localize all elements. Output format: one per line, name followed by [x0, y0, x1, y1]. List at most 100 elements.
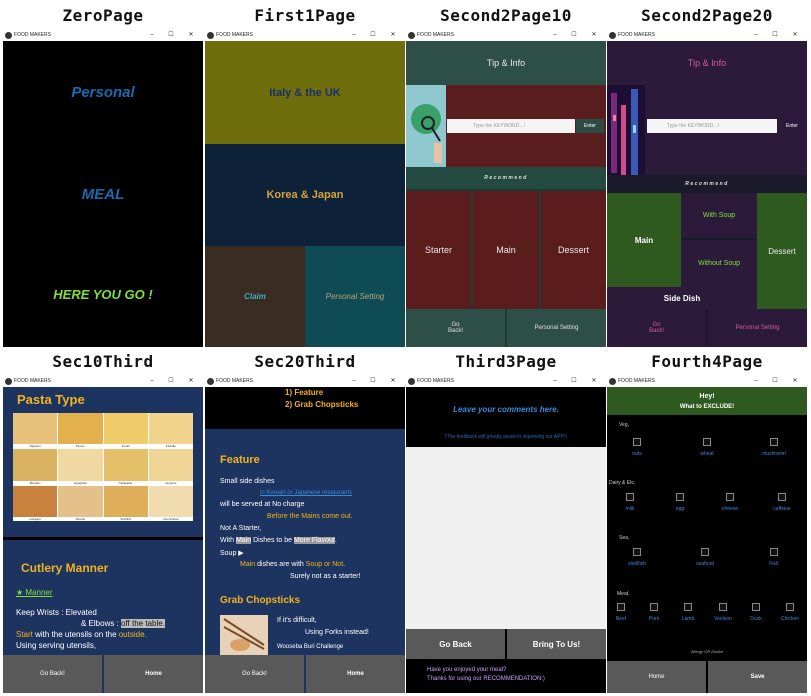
- exclude-checkbox[interactable]: [633, 438, 641, 446]
- exclude-item-label: Duck: [750, 616, 762, 622]
- starter-button[interactable]: Starter: [406, 191, 471, 309]
- pasta-type-heading: Pasta Type: [17, 392, 85, 407]
- maximize-icon[interactable]: ☐: [769, 30, 781, 41]
- main-highlight: Main: [235, 537, 252, 544]
- exclude-checkbox[interactable]: [703, 438, 711, 446]
- app-window: FOOD MAKERS – ☐ ✕ Hey! What to EXCLUDE! …: [607, 376, 807, 693]
- grab-chopsticks-link[interactable]: 2) Grab Chopsticks: [285, 400, 358, 409]
- keyword-search-input[interactable]: Type the KEYWORD...!: [447, 119, 575, 133]
- enter-button[interactable]: Enter: [778, 119, 806, 133]
- minimize-icon[interactable]: –: [146, 376, 158, 387]
- minimize-icon[interactable]: –: [146, 30, 158, 41]
- exclude-checkbox[interactable]: [719, 603, 727, 611]
- exclude-checkbox[interactable]: [726, 493, 734, 501]
- close-icon[interactable]: ✕: [588, 376, 600, 387]
- personal-setting-button[interactable]: Personal Setting: [507, 309, 606, 347]
- exclude-checkbox[interactable]: [650, 603, 658, 611]
- pasta-tile: Tagliatelle: [103, 449, 148, 485]
- tip-info-button[interactable]: Tip & Info: [406, 41, 606, 85]
- personal-setting-button[interactable]: Personal Setting: [305, 246, 405, 347]
- exclude-item-label: Lamb: [681, 616, 695, 622]
- meal-button[interactable]: MEAL: [3, 181, 203, 207]
- exclude-checkbox[interactable]: [684, 603, 692, 611]
- close-icon[interactable]: ✕: [789, 30, 801, 41]
- go-back-button[interactable]: Go Back!: [406, 309, 505, 347]
- app-window: FOOD MAKERS – ☐ ✕ 1) Feature 2) Grab Cho…: [205, 376, 405, 693]
- minimize-icon[interactable]: –: [549, 376, 561, 387]
- minimize-icon[interactable]: –: [750, 376, 762, 387]
- minimize-icon[interactable]: –: [750, 30, 762, 41]
- feature-heading: Feature: [220, 454, 260, 466]
- side-dish-button[interactable]: Side Dish: [607, 287, 757, 309]
- home-button[interactable]: Home: [306, 655, 405, 693]
- before-mains-text: Before the Mains come out.: [267, 513, 353, 520]
- go-back-button[interactable]: Go Back!: [607, 309, 706, 347]
- maximize-icon[interactable]: ☐: [568, 30, 580, 41]
- keyword-search-input[interactable]: Type the KEYWORD...!: [647, 119, 777, 133]
- comment-textarea[interactable]: [406, 447, 606, 629]
- personal-setting-button[interactable]: Personal Setting: [708, 309, 807, 347]
- dessert-button[interactable]: Dessert: [541, 191, 606, 309]
- claim-button[interactable]: Claim: [205, 246, 305, 347]
- city-neon-image: [607, 85, 645, 175]
- italy-uk-button[interactable]: Italy & the UK: [205, 41, 405, 144]
- close-icon[interactable]: ✕: [789, 376, 801, 387]
- exclude-checkbox[interactable]: [633, 548, 641, 556]
- exclude-checkbox[interactable]: [770, 438, 778, 446]
- pasta-grid: Rigatoni Penne Fusilli Farfalle Bucatini Spag…: [13, 413, 193, 521]
- exclude-checkbox[interactable]: [701, 548, 709, 556]
- enter-button[interactable]: Enter: [576, 119, 604, 133]
- home-button[interactable]: Home: [104, 655, 203, 693]
- exclude-checkbox[interactable]: [617, 603, 625, 611]
- here-you-go-button[interactable]: HERE YOU GO !: [3, 281, 203, 307]
- go-back-button[interactable]: Go Back: [406, 629, 505, 659]
- difficult-text: If it's difficult,: [277, 617, 317, 624]
- maximize-icon[interactable]: ☐: [367, 30, 379, 41]
- without-soup-button[interactable]: Without Soup: [681, 240, 757, 287]
- minimize-icon[interactable]: –: [549, 30, 561, 41]
- tip-info-button[interactable]: Tip & Info: [607, 41, 807, 85]
- with-soup-button[interactable]: With Soup: [681, 193, 757, 238]
- minimize-icon[interactable]: –: [348, 30, 360, 41]
- exclude-item-label: Beef: [615, 616, 627, 622]
- title-bar: FOOD MAKERS – ☐ ✕: [205, 376, 405, 387]
- exclude-item-label: Chicken: [780, 616, 800, 622]
- go-back-button[interactable]: Go Back!: [3, 655, 102, 693]
- close-icon[interactable]: ✕: [185, 376, 197, 387]
- manner-link[interactable]: ★ Manner: [16, 588, 53, 597]
- korea-japan-button[interactable]: Korea & Japan: [205, 144, 405, 246]
- close-icon[interactable]: ✕: [588, 30, 600, 41]
- close-icon[interactable]: ✕: [185, 30, 197, 41]
- maximize-icon[interactable]: ☐: [769, 376, 781, 387]
- maximize-icon[interactable]: ☐: [367, 376, 379, 387]
- app-icon: [609, 378, 616, 385]
- exclude-checkbox[interactable]: [752, 603, 760, 611]
- close-icon[interactable]: ✕: [387, 376, 399, 387]
- exclude-checkbox[interactable]: [770, 548, 778, 556]
- exclude-checkbox[interactable]: [626, 493, 634, 501]
- allergy-note: Allergy OR Dislike: [690, 648, 724, 654]
- maximize-icon[interactable]: ☐: [568, 376, 580, 387]
- exclude-checkbox[interactable]: [676, 493, 684, 501]
- feature-link[interactable]: 1) Feature: [285, 388, 323, 397]
- using-forks-text: Using Forks instead!: [305, 629, 369, 636]
- app-icon: [207, 378, 214, 385]
- maximize-icon[interactable]: ☐: [165, 30, 177, 41]
- bring-to-us-button[interactable]: Bring To Us!: [507, 629, 606, 659]
- pasta-tile: Tortellini: [103, 485, 148, 521]
- main-button[interactable]: Main: [607, 193, 681, 287]
- personal-button[interactable]: Personal: [3, 79, 203, 105]
- save-button[interactable]: Save: [708, 661, 807, 693]
- close-icon[interactable]: ✕: [387, 30, 399, 41]
- main-button[interactable]: Main: [473, 191, 539, 309]
- pasta-label: Rigatoni: [13, 444, 58, 449]
- exclude-checkbox[interactable]: [786, 603, 794, 611]
- pasta-tile: Bucatini: [13, 449, 58, 485]
- exclude-checkbox[interactable]: [778, 493, 786, 501]
- maximize-icon[interactable]: ☐: [165, 376, 177, 387]
- dessert-button[interactable]: Dessert: [757, 193, 807, 309]
- go-back-button[interactable]: Go Back!: [205, 655, 304, 693]
- minimize-icon[interactable]: –: [348, 376, 360, 387]
- home-button[interactable]: Home: [607, 661, 706, 693]
- app-icon: [5, 378, 12, 385]
